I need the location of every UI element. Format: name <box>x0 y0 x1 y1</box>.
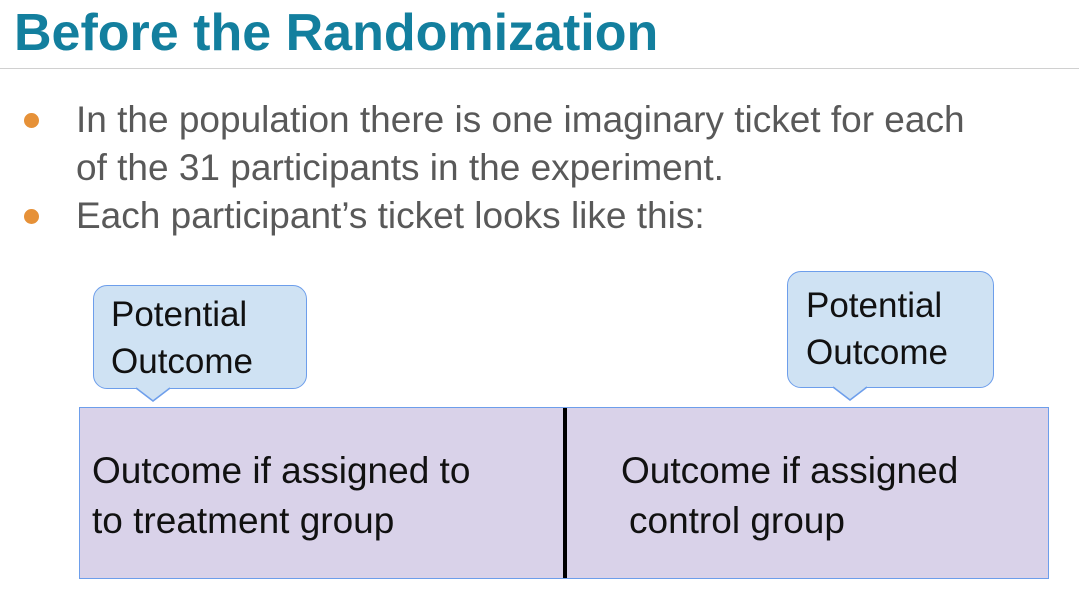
bullet-list: In the population there is one imaginary… <box>0 96 965 240</box>
bullet-dot-icon <box>24 209 39 224</box>
ticket-text-line: Outcome if assigned <box>621 450 959 491</box>
bullet-item-population: In the population there is one imaginary… <box>0 96 965 192</box>
bullet-item-ticket: Each participant’s ticket looks like thi… <box>0 192 965 240</box>
ticket-text-line: control group <box>629 500 845 541</box>
callout-text-line: Outcome <box>111 342 253 381</box>
potential-outcome-callout-left: Potential Outcome <box>93 285 307 402</box>
ticket-divider <box>563 408 567 578</box>
bullet-dot-icon <box>24 113 39 128</box>
bullet-text-line: In the population there is one imaginary… <box>76 99 965 140</box>
ticket-treatment-cell: Outcome if assigned to to treatment grou… <box>92 446 470 546</box>
participant-ticket: Outcome if assigned to to treatment grou… <box>79 407 1049 579</box>
bullet-text-line: of the 31 participants in the experiment… <box>76 147 724 188</box>
callout-pointer-icon <box>136 387 170 402</box>
ticket-control-cell: Outcome if assigned control group <box>621 446 958 546</box>
bullet-text-line: Each participant’s ticket looks like thi… <box>76 195 705 236</box>
potential-outcome-callout-right: Potential Outcome <box>787 271 994 401</box>
callout-pointer-icon <box>833 386 867 401</box>
callout-text-line: Outcome <box>806 333 948 372</box>
title-divider <box>0 68 1079 69</box>
ticket-text-line: Outcome if assigned to <box>92 450 471 491</box>
ticket-text-line: to treatment group <box>92 500 395 541</box>
callout-text-line: Potential <box>111 295 248 334</box>
callout-text-line: Potential <box>806 286 943 325</box>
slide-title: Before the Randomization <box>14 4 659 62</box>
